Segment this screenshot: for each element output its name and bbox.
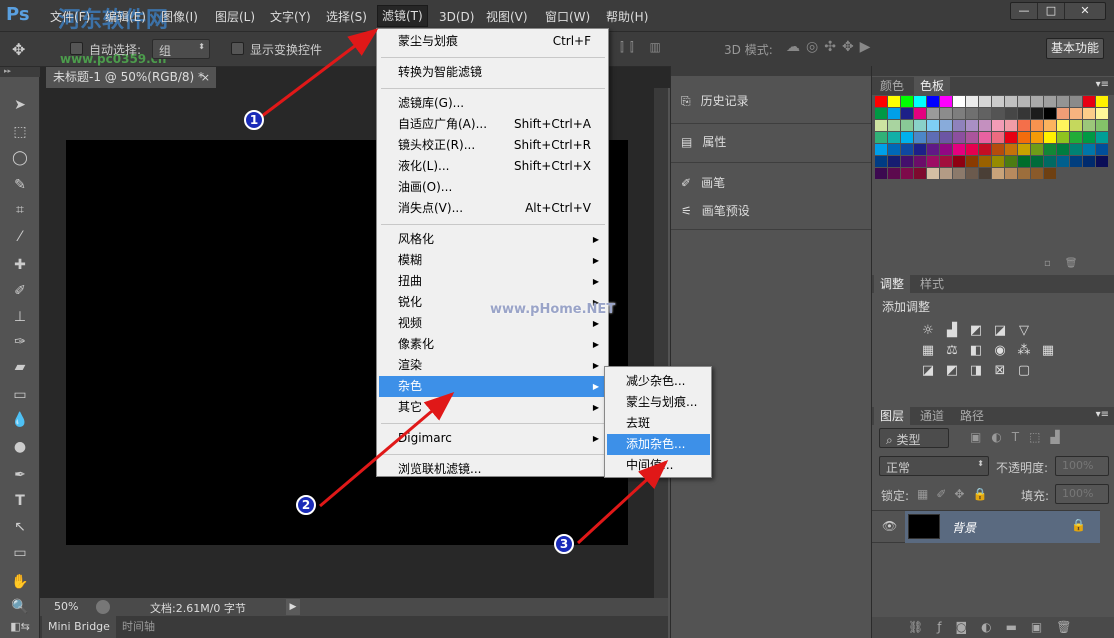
arrow-2: [319, 392, 455, 508]
annotation-badge-1: 1: [244, 110, 264, 130]
arrow-3: [576, 459, 669, 545]
arrow-1: [261, 28, 379, 118]
annotation-badge-3: 3: [554, 534, 574, 554]
annotation-badge-2: 2: [296, 495, 316, 515]
